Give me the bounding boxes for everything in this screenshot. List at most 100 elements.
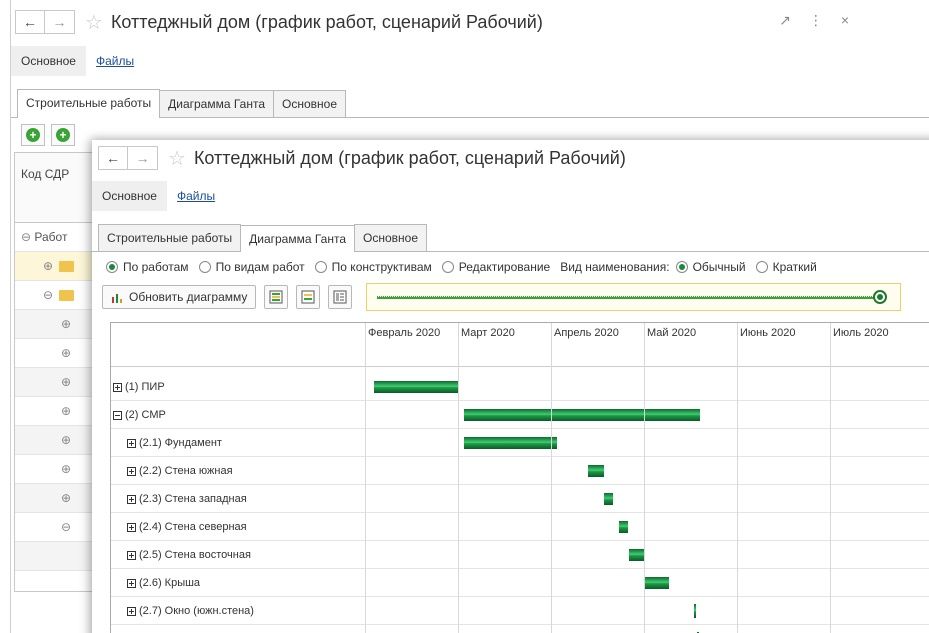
forward-arrow-button[interactable]: →: [45, 10, 75, 34]
collapse-icon[interactable]: ⊖: [43, 288, 53, 302]
mode-by-works[interactable]: По работам: [106, 260, 189, 274]
back-tab-main[interactable]: Основное: [273, 90, 347, 117]
expand-icon[interactable]: ⊕: [43, 259, 53, 273]
front-section-files[interactable]: Файлы: [167, 181, 225, 211]
star-icon[interactable]: ☆: [168, 146, 186, 171]
month-label: Апрель 2020: [554, 327, 619, 339]
expand-icon[interactable]: [127, 606, 136, 616]
forward-arrow-button[interactable]: →: [128, 146, 158, 170]
row-label: Работ: [34, 230, 68, 244]
gantt-row[interactable]: (2.8) Двери (северн.стена): [111, 625, 929, 633]
task-bar[interactable]: [588, 465, 604, 477]
table-row[interactable]: ⊕: [15, 426, 102, 455]
mode-editing[interactable]: Редактирование: [441, 260, 550, 274]
table-row[interactable]: ⊕: [15, 252, 102, 281]
expand-icon[interactable]: ⊕: [61, 404, 71, 418]
refresh-diagram-button[interactable]: Обновить диаграмму: [102, 285, 257, 309]
link-icon[interactable]: ↗: [779, 12, 791, 29]
expand-icon[interactable]: ⊕: [61, 462, 71, 476]
table-row[interactable]: ⊕: [15, 484, 102, 513]
radio-label: Обычный: [692, 260, 746, 274]
task-bar[interactable]: [464, 437, 558, 449]
gantt-row[interactable]: (2.5) Стена восточная: [111, 541, 929, 569]
back-section-main[interactable]: Основное: [11, 46, 86, 76]
expand-icon[interactable]: ⊕: [61, 491, 71, 505]
more-icon[interactable]: ⋮: [809, 12, 823, 29]
expand-icon[interactable]: [113, 382, 122, 392]
plus-icon: +: [26, 128, 40, 142]
zoom-handle[interactable]: [873, 290, 888, 304]
task-bar[interactable]: [464, 409, 700, 421]
task-bar[interactable]: [603, 493, 613, 505]
front-titlebar: ← → ☆ Коттеджный дом (график работ, сцен…: [92, 140, 929, 176]
table-row[interactable]: ⊖: [15, 281, 102, 310]
expand-icon[interactable]: [127, 466, 136, 476]
back-tab-construction[interactable]: Строительные работы: [17, 89, 161, 118]
name-view-short[interactable]: Краткий: [755, 260, 817, 274]
mode-by-structures[interactable]: По конструктивам: [314, 260, 432, 274]
add-copy-button[interactable]: +: [51, 124, 75, 146]
collapse-icon[interactable]: ⊖: [21, 230, 31, 244]
table-row[interactable]: ⊕: [15, 455, 102, 484]
gantt-row[interactable]: (2.3) Стена западная: [111, 485, 929, 513]
table-row[interactable]: ⊕: [15, 310, 102, 339]
expand-icon[interactable]: [127, 494, 136, 504]
gantt-row[interactable]: (2.6) Крыша: [111, 569, 929, 597]
front-section-main[interactable]: Основное: [92, 181, 167, 211]
gantt-row[interactable]: (2.2) Стена южная: [111, 457, 929, 485]
mode-by-work-types[interactable]: По видам работ: [198, 260, 305, 274]
back-tab-gantt[interactable]: Диаграмма Ганта: [159, 90, 275, 117]
folder-icon: [59, 260, 75, 272]
expand-icon[interactable]: ⊕: [61, 375, 71, 389]
expand-all-button[interactable]: [264, 285, 289, 309]
gantt-row[interactable]: (2.4) Стена северная: [111, 513, 929, 541]
star-icon[interactable]: ☆: [85, 10, 103, 35]
label-column-divider: [365, 323, 366, 633]
radio-icon: [198, 261, 211, 273]
window-controls: ↗ ⋮ ×: [779, 12, 849, 29]
table-row[interactable]: ⊖ Работ: [15, 223, 102, 252]
front-tab-gantt[interactable]: Диаграмма Ганта: [240, 225, 356, 252]
table-row[interactable]: ⊕: [15, 339, 102, 368]
expand-icon[interactable]: [127, 550, 136, 560]
expand-icon[interactable]: ⊕: [61, 317, 71, 331]
gantt-row[interactable]: (1) ПИР: [111, 373, 929, 401]
table-row[interactable]: [15, 542, 102, 571]
add-button[interactable]: +: [21, 124, 45, 146]
gantt-row[interactable]: (2.7) Окно (южн.стена): [111, 597, 929, 625]
task-bar[interactable]: [619, 521, 629, 533]
expand-icon[interactable]: ⊕: [61, 346, 71, 360]
table-row[interactable]: ⊕: [15, 397, 102, 426]
expand-icon[interactable]: [127, 522, 136, 532]
close-icon[interactable]: ×: [841, 12, 849, 29]
expand-icon[interactable]: ⊕: [61, 433, 71, 447]
settings-panel-button[interactable]: [328, 285, 353, 309]
collapse-icon[interactable]: [113, 410, 122, 420]
gantt-row[interactable]: (2.1) Фундамент: [111, 429, 929, 457]
front-tab-main[interactable]: Основное: [354, 224, 428, 251]
expand-icon[interactable]: [127, 578, 136, 588]
back-arrow-button[interactable]: ←: [15, 10, 45, 34]
month-gridline: [458, 323, 459, 633]
month-gridline: [737, 323, 738, 633]
task-bar[interactable]: [693, 604, 696, 618]
back-section-files[interactable]: Файлы: [86, 46, 144, 76]
gantt-row-label: (2.5) Стена восточная: [111, 541, 365, 569]
back-arrow-button[interactable]: ←: [98, 146, 128, 170]
gantt-row-label: (2.7) Окно (южн.стена): [111, 597, 365, 625]
collapse-all-button[interactable]: [296, 285, 321, 309]
task-bar[interactable]: [644, 577, 669, 589]
task-name: (2.5) Стена восточная: [139, 549, 251, 561]
timeline-zoom-slider[interactable]: [366, 283, 902, 311]
front-tab-construction[interactable]: Строительные работы: [98, 224, 242, 251]
collapse-icon[interactable]: ⊖: [61, 520, 71, 534]
month-label: Июль 2020: [833, 327, 889, 339]
expand-icon[interactable]: [127, 438, 136, 448]
task-bar[interactable]: [628, 549, 644, 561]
name-view-normal[interactable]: Обычный: [675, 260, 746, 274]
table-row[interactable]: ⊕: [15, 368, 102, 397]
gantt-row[interactable]: (2) СМР: [111, 401, 929, 429]
task-bar[interactable]: [374, 381, 458, 393]
name-view-label: Вид наименования:: [560, 260, 670, 274]
table-row[interactable]: ⊖: [15, 513, 102, 542]
